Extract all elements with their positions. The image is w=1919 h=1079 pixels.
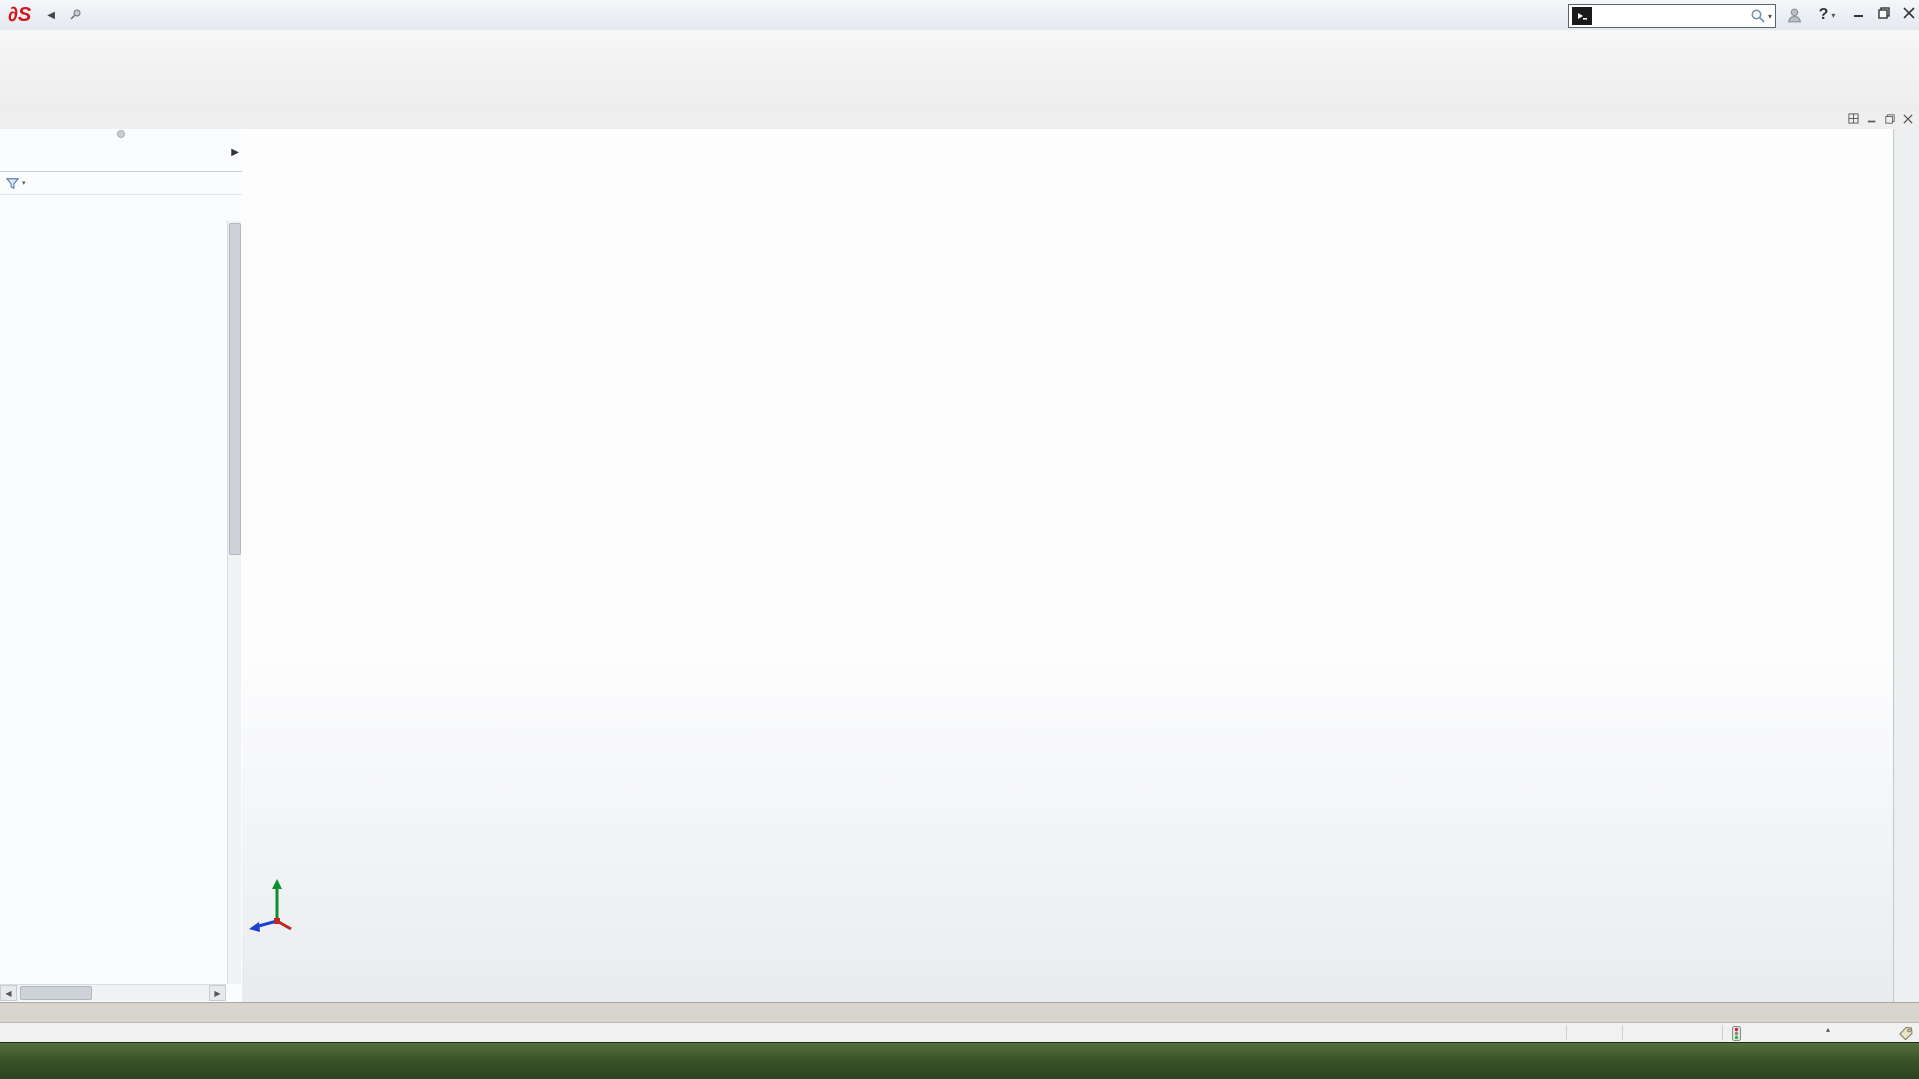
doc-minimize-icon[interactable] [1867,114,1877,124]
menu-pin-icon[interactable] [69,8,83,22]
document-tab-bar [0,1002,1919,1023]
scrollbar-thumb[interactable] [20,986,92,1000]
help-menu-icon[interactable]: ?▾ [1810,3,1844,27]
panel-collapse-arrow[interactable]: ▶ [231,147,239,158]
login-user-icon[interactable] [1782,3,1806,27]
panel-splitter-handle[interactable] [0,129,242,139]
custom-properties-tag-icon[interactable] [1898,1025,1914,1041]
minimize-button[interactable] [1846,0,1872,26]
windows-taskbar [0,1042,1919,1079]
scrollbar-thumb[interactable] [229,223,241,555]
solidworks-logo: ∂S [0,4,45,27]
search-box: ▾ [1568,4,1776,28]
restore-button[interactable] [1871,0,1897,26]
tree-vertical-scrollbar[interactable] [227,221,241,984]
search-dropdown-icon[interactable]: ▾ [1768,12,1772,21]
close-button[interactable] [1896,0,1919,26]
search-scope-icon[interactable] [1572,7,1592,25]
feature-manager-panel: ▶ ▾ ◀ ▶ [0,129,243,1002]
filter-dropdown-icon[interactable]: ▾ [22,179,26,187]
panel-tab-bar [0,139,242,172]
command-tab-bar [0,112,1919,130]
reference-triad [247,875,307,937]
document-title [1040,0,1340,30]
doc-restore-icon[interactable] [1885,114,1895,124]
doc-close-icon[interactable] [1903,114,1913,124]
ds-logo-icon: ∂S [8,4,31,27]
document-window-controls [1848,113,1913,124]
status-bar: ▴ [0,1022,1919,1043]
menu-collapse-icon[interactable]: ◀ [47,10,55,21]
command-manager-toolbar [0,30,1919,113]
search-icon[interactable] [1750,8,1766,24]
doc-layout-icon[interactable] [1848,113,1859,124]
title-bar: ∂S ◀ ▾ ?▾ [0,0,1919,31]
feature-tree [0,221,226,984]
tree-filter-row: ▾ [0,172,242,195]
task-pane-strip [1893,129,1919,1010]
scroll-right-icon[interactable]: ▶ [209,985,226,1001]
graphics-area[interactable] [242,129,1893,1002]
units-dropdown-icon[interactable]: ▴ [1826,1025,1830,1034]
solidworks-window: ∂S ◀ ▾ ?▾ [0,0,1919,1079]
scroll-left-icon[interactable]: ◀ [0,985,17,1001]
quick-tips-traffic-light-icon[interactable] [1732,1026,1741,1041]
search-input[interactable] [1595,8,1748,24]
filter-icon[interactable] [5,176,20,191]
tree-horizontal-scrollbar[interactable]: ◀ ▶ [0,984,226,1001]
